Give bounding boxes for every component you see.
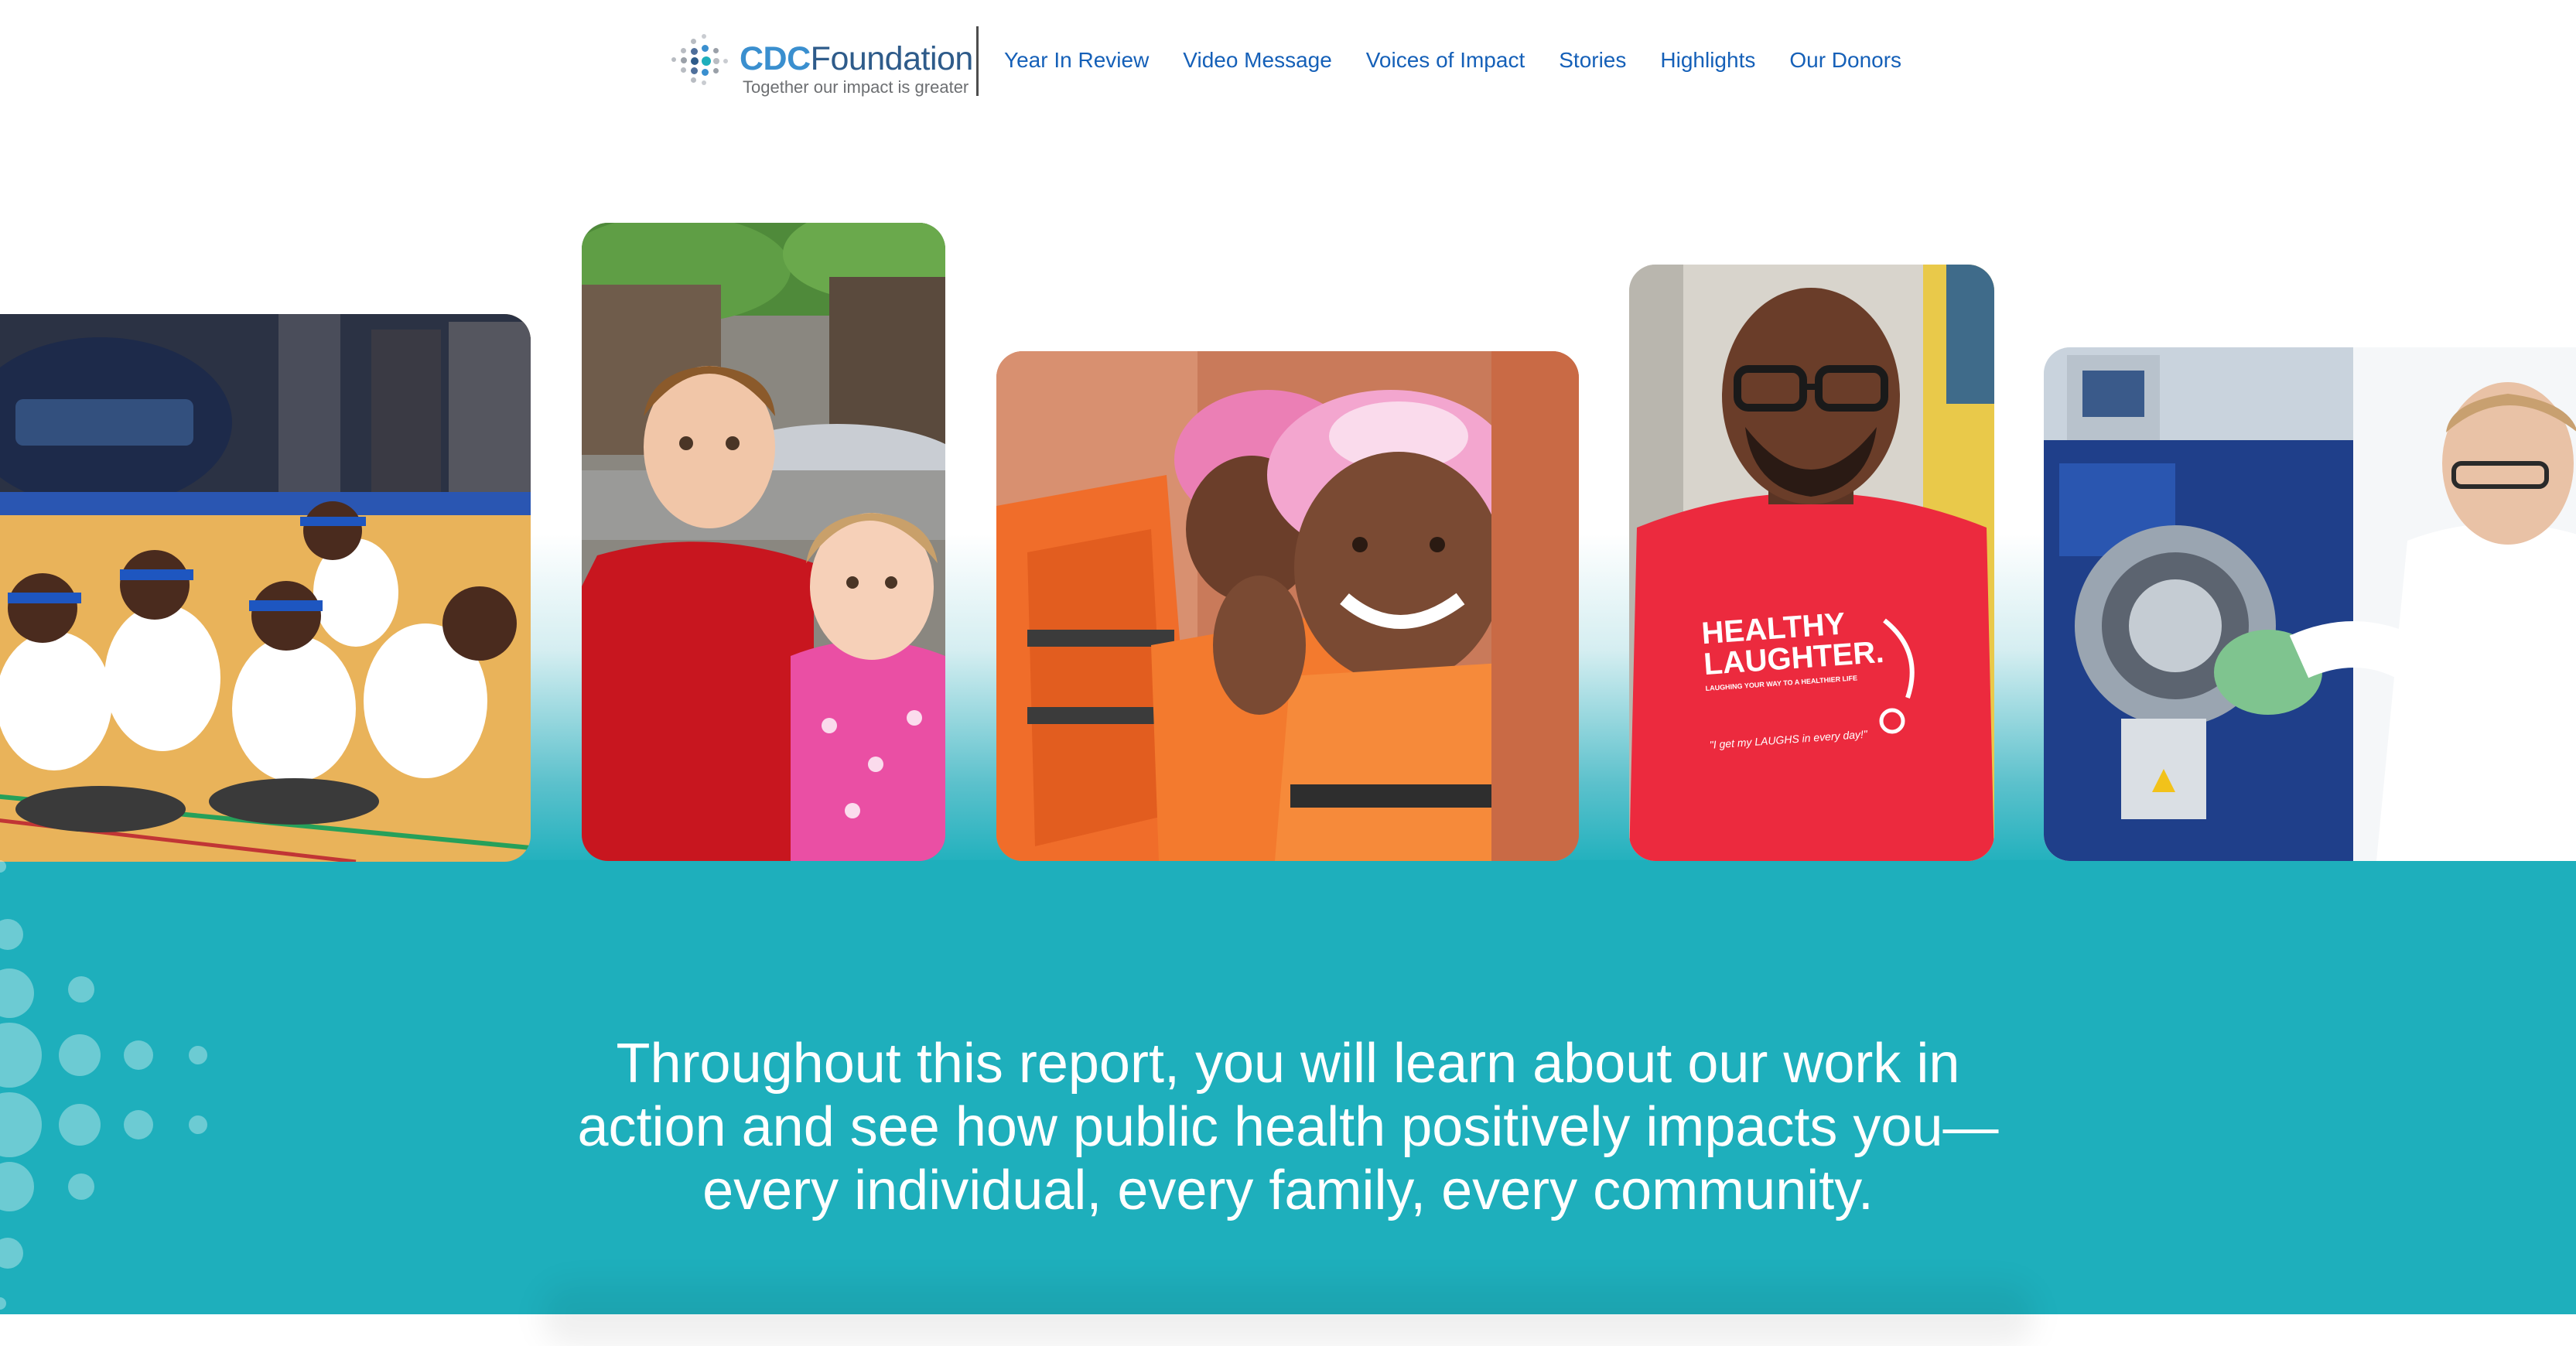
shirt-print: HEALTHY LAUGHTER. LAUGHING YOUR WAY TO A… bbox=[1700, 604, 1910, 750]
nav-highlights[interactable]: Highlights bbox=[1660, 48, 1755, 73]
nav-stories[interactable]: Stories bbox=[1559, 48, 1626, 73]
site-header: CDCFoundation Together our impact is gre… bbox=[0, 0, 2576, 132]
header-divider bbox=[976, 26, 979, 96]
logo-brand-primary: CDC bbox=[740, 40, 811, 77]
logo-tagline: Together our impact is greater bbox=[743, 77, 969, 97]
shirt-title: HEALTHY LAUGHTER. bbox=[1700, 606, 1885, 682]
nav-our-donors[interactable]: Our Donors bbox=[1789, 48, 1901, 73]
intro-statement: Throughout this report, you will learn a… bbox=[577, 1033, 1999, 1221]
photo-girl-in-life-vest bbox=[996, 351, 1579, 861]
photo-boy-and-girl bbox=[582, 223, 945, 861]
photo-healthy-laughter-man: HEALTHY LAUGHTER. LAUGHING YOUR WAY TO A… bbox=[1629, 265, 1994, 861]
cdc-foundation-logo[interactable]: CDCFoundation Together our impact is gre… bbox=[664, 26, 973, 97]
nav-video-message[interactable]: Video Message bbox=[1183, 48, 1332, 73]
nav-voices-of-impact[interactable]: Voices of Impact bbox=[1366, 48, 1525, 73]
content-card-shadow bbox=[542, 1284, 2034, 1346]
logo-wordmark: CDCFoundation bbox=[740, 40, 973, 77]
logo-brand-secondary: Foundation bbox=[810, 40, 974, 77]
decorative-dots bbox=[0, 860, 232, 1314]
photo-children-gym bbox=[0, 314, 531, 862]
photo-scientist-lab bbox=[2044, 347, 2576, 861]
main-nav: Year In Review Video Message Voices of I… bbox=[1004, 48, 1901, 73]
nav-year-in-review[interactable]: Year In Review bbox=[1004, 48, 1149, 73]
logo-dots-icon bbox=[664, 26, 733, 96]
